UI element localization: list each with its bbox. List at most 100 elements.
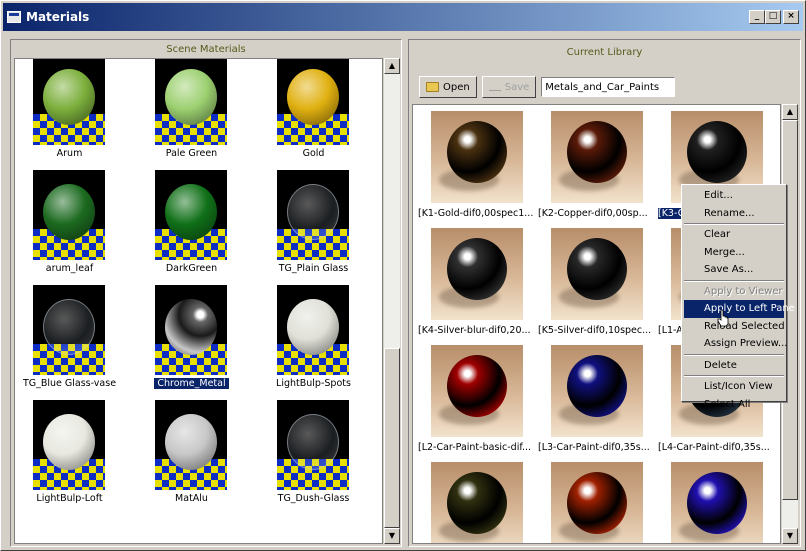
open-button[interactable]: Open: [419, 76, 477, 98]
materials-window: Materials _ □ × Scene Materials leaf_bri…: [0, 0, 806, 551]
menu-item-delete[interactable]: Delete: [684, 357, 784, 375]
menu-item-list-icon-view[interactable]: List/Icon View: [684, 378, 784, 396]
material-thumbnail[interactable]: [33, 400, 105, 490]
menu-item-edit[interactable]: Edit...: [684, 187, 784, 205]
current-library-header: Current Library: [566, 47, 643, 58]
menu-item-select-all[interactable]: Select All: [684, 396, 784, 414]
title-bar[interactable]: Materials _ □ ×: [3, 3, 803, 31]
library-material-thumbnail[interactable]: [431, 111, 523, 203]
material-label[interactable]: TG_Plain Glass: [253, 263, 374, 274]
material-thumbnail[interactable]: [33, 285, 105, 375]
save-button-label: Save: [504, 81, 530, 93]
menu-separator: [684, 375, 784, 377]
material-thumbnail[interactable]: [277, 170, 349, 260]
material-sphere: [287, 69, 339, 125]
material-label[interactable]: Arum: [15, 148, 130, 159]
scene-materials-scrollbar[interactable]: ▲ ▼: [384, 58, 400, 544]
library-material-sphere: [447, 355, 507, 417]
material-sphere: [43, 184, 95, 240]
library-material-label[interactable]: [L4-Car-Paint-dif0,35s...: [658, 442, 779, 453]
library-name-field[interactable]: [541, 77, 676, 97]
library-material-sphere: [687, 121, 747, 183]
library-material-sphere: [567, 238, 627, 300]
library-material-thumbnail[interactable]: [671, 462, 763, 543]
material-label[interactable]: LightBulp-Loft: [15, 493, 130, 504]
material-sphere: [165, 69, 217, 125]
material-thumbnail[interactable]: [277, 285, 349, 375]
library-material-label[interactable]: [K4-Silver-blur-dif0,20...: [418, 325, 539, 336]
material-sphere: [287, 184, 339, 240]
menu-item-merge[interactable]: Merge...: [684, 244, 784, 262]
menu-item-apply-to-viewer[interactable]: Apply to Viewer: [684, 283, 784, 301]
menu-item-rename[interactable]: Rename...: [684, 205, 784, 223]
material-sphere: [165, 299, 217, 355]
menu-item-save-as[interactable]: Save As...: [684, 261, 784, 279]
library-material-sphere: [567, 121, 627, 183]
material-label[interactable]: Gold: [253, 148, 374, 159]
library-material-thumbnail[interactable]: [551, 228, 643, 320]
close-button[interactable]: ×: [783, 10, 799, 24]
material-sphere: [165, 414, 217, 470]
window-title: Materials: [26, 10, 90, 24]
scroll-down-button[interactable]: ▼: [782, 528, 798, 544]
library-material-label[interactable]: [K2-Copper-dif0,00sp...: [538, 208, 659, 219]
library-material-thumbnail[interactable]: [551, 111, 643, 203]
material-thumbnail[interactable]: [155, 285, 227, 375]
window-icon: [7, 11, 21, 23]
menu-separator: [684, 353, 784, 356]
material-label[interactable]: LightBulp-Spots: [253, 378, 374, 389]
material-sphere: [287, 414, 339, 470]
save-icon: [488, 83, 501, 91]
folder-icon: [426, 82, 439, 92]
scene-materials-list[interactable]: leaf_britePinkGravelArumPale GreenGoldar…: [14, 58, 383, 544]
material-sphere: [43, 414, 95, 470]
material-label[interactable]: TG_Dush-Glass: [253, 493, 374, 504]
library-material-thumbnail[interactable]: [551, 462, 643, 543]
library-material-sphere: [447, 121, 507, 183]
scroll-thumb[interactable]: [384, 348, 400, 528]
material-thumbnail[interactable]: [155, 59, 227, 145]
library-material-thumbnail[interactable]: [551, 345, 643, 437]
scroll-up-button[interactable]: ▲: [782, 104, 798, 120]
menu-item-reload-selected[interactable]: Reload Selected: [684, 318, 785, 336]
material-thumbnail[interactable]: [155, 170, 227, 260]
material-sphere: [43, 69, 95, 125]
material-label[interactable]: Chrome_Metal: [131, 378, 252, 389]
material-thumbnail[interactable]: [33, 170, 105, 260]
material-label[interactable]: MatAlu: [131, 493, 252, 504]
material-label[interactable]: Pale Green: [131, 148, 252, 159]
material-thumbnail[interactable]: [277, 400, 349, 490]
scroll-down-button[interactable]: ▼: [384, 528, 400, 544]
minimize-button[interactable]: _: [749, 10, 765, 24]
material-sphere: [43, 299, 95, 355]
material-sphere: [165, 184, 217, 240]
save-button[interactable]: Save: [481, 76, 537, 98]
material-thumbnail[interactable]: [277, 59, 349, 145]
menu-separator: [684, 223, 784, 225]
scene-materials-header: Scene Materials: [166, 44, 246, 55]
library-material-label[interactable]: [K1-Gold-dif0,00spec1...: [418, 208, 539, 219]
menu-item-assign-preview[interactable]: Assign Preview...: [684, 335, 787, 353]
library-material-sphere: [567, 355, 627, 417]
library-material-label[interactable]: [K5-Silver-dif0,10spec...: [538, 325, 659, 336]
material-label[interactable]: DarkGreen: [131, 263, 252, 274]
material-thumbnail[interactable]: [155, 400, 227, 490]
library-material-label[interactable]: [L3-Car-Paint-dif0,35s...: [538, 442, 659, 453]
material-label[interactable]: arum_leaf: [15, 263, 130, 274]
menu-item-clear[interactable]: Clear: [684, 226, 784, 244]
material-thumbnail[interactable]: [33, 59, 105, 145]
library-material-sphere: [567, 472, 627, 534]
context-menu: Edit... Rename... Clear Merge... Save As... A…: [681, 184, 795, 410]
library-material-thumbnail[interactable]: [431, 345, 523, 437]
scroll-up-button[interactable]: ▲: [384, 58, 400, 74]
maximize-button[interactable]: □: [765, 10, 781, 24]
library-material-label[interactable]: [L2-Car-Paint-basic-dif...: [418, 442, 539, 453]
material-label[interactable]: TG_Blue Glass-vase: [15, 378, 130, 389]
open-button-label: Open: [443, 81, 470, 93]
library-material-sphere: [447, 472, 507, 534]
library-material-sphere: [447, 238, 507, 300]
menu-item-apply-to-left-pane[interactable]: Apply to Left Pane: [684, 300, 795, 318]
hand-cursor-icon: [717, 309, 729, 327]
library-material-thumbnail[interactable]: [431, 228, 523, 320]
library-material-thumbnail[interactable]: [431, 462, 523, 543]
